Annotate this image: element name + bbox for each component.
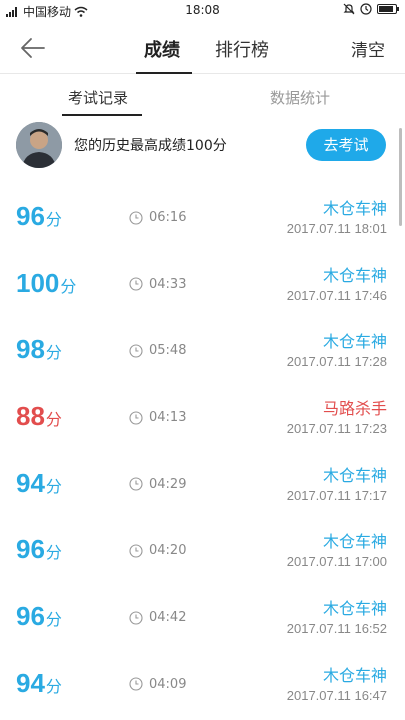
user-photo-icon — [16, 122, 62, 168]
clock-icon — [129, 477, 143, 491]
score-unit: 分 — [45, 343, 62, 363]
score-number: 96 — [16, 201, 45, 231]
subtab-statistics[interactable]: 数据统计 — [270, 87, 330, 108]
exam-datetime: 2017.07.11 17:23 — [286, 421, 387, 437]
exam-datetime: 2017.07.11 16:47 — [286, 687, 387, 703]
tab-score-indicator — [136, 72, 192, 74]
record-row[interactable]: 88分 04:13 马路杀手 2017.07.11 17:23 — [0, 383, 405, 450]
avatar — [16, 122, 62, 168]
duration: 06:16 — [129, 210, 186, 225]
score-value: 96分 — [16, 601, 62, 632]
duration: 04:13 — [129, 410, 186, 425]
clock-icon — [129, 277, 143, 291]
rank-title: 木仓车神 — [322, 465, 387, 485]
score-number: 94 — [16, 467, 45, 498]
exam-datetime: 2017.07.11 17:00 — [286, 554, 387, 570]
duration-text: 04:20 — [149, 543, 187, 559]
duration: 04:33 — [129, 277, 186, 292]
score-unit: 分 — [45, 476, 62, 496]
duration-text: 04:33 — [149, 276, 187, 292]
score-value: 98分 — [16, 334, 62, 365]
duration: 04:42 — [129, 610, 186, 625]
arrow-left-icon — [21, 38, 45, 58]
duration-text: 04:09 — [149, 676, 187, 692]
clock-icon — [129, 210, 143, 225]
duration-text: 06:16 — [149, 210, 187, 225]
record-row[interactable]: 94分 04:29 木仓车神 2017.07.11 17:17 — [0, 450, 405, 517]
score-number: 98 — [16, 334, 45, 365]
score-unit: 分 — [60, 276, 77, 296]
record-row[interactable]: 96分 06:16 木仓车神 2017.07.11 18:01 — [0, 183, 405, 250]
record-row[interactable]: 98分 05:48 木仓车神 2017.07.11 17:28 — [0, 316, 405, 383]
score-unit: 分 — [45, 676, 62, 696]
record-row[interactable]: 100分 04:33 木仓车神 2017.07.11 17:46 — [0, 250, 405, 317]
subtab-records-indicator — [62, 114, 142, 116]
rank-title: 木仓车神 — [322, 532, 387, 552]
record-row[interactable]: 96分 04:20 木仓车神 2017.07.11 17:00 — [0, 516, 405, 583]
duration-text: 04:13 — [149, 410, 187, 426]
duration-text: 05:48 — [149, 343, 187, 359]
clock-icon — [129, 411, 143, 425]
bell-mute-icon — [343, 3, 355, 15]
status-right — [343, 3, 399, 15]
back-button[interactable] — [18, 34, 48, 62]
score-unit: 分 — [45, 210, 62, 229]
score-value: 96分 — [16, 201, 62, 232]
exam-datetime: 2017.07.11 16:52 — [286, 621, 387, 637]
duration: 04:29 — [129, 477, 186, 492]
duration: 04:09 — [129, 677, 186, 692]
record-row[interactable]: 94分 04:09 木仓车神 2017.07.11 16:47 — [0, 650, 405, 717]
score-unit: 分 — [45, 410, 62, 430]
exam-datetime: 2017.07.11 18:01 — [286, 221, 387, 236]
rank-title: 马路杀手 — [322, 399, 387, 419]
score-number: 94 — [16, 667, 45, 698]
subtab-exam-records[interactable]: 考试记录 — [68, 87, 128, 108]
take-exam-button[interactable]: 去考试 — [306, 129, 386, 161]
score-value: 100分 — [16, 268, 76, 299]
duration-text: 04:42 — [149, 610, 187, 626]
clock-icon — [129, 677, 143, 691]
score-unit: 分 — [45, 543, 62, 563]
score-value: 96分 — [16, 534, 62, 565]
rank-title: 木仓车神 — [322, 199, 387, 218]
score-number: 88 — [16, 401, 45, 432]
best-score-text: 您的历史最高成绩100分 — [74, 138, 227, 154]
rank-title: 木仓车神 — [322, 665, 387, 685]
alarm-icon — [360, 3, 372, 15]
rank-title: 木仓车神 — [322, 332, 387, 352]
status-bar: 中国移动 18:08 — [0, 0, 405, 22]
exam-record-list: 96分 06:16 木仓车神 2017.07.11 18:01 100分 04:33 木仓车… — [0, 183, 405, 717]
score-number: 96 — [16, 534, 45, 565]
tab-score[interactable]: 成绩 — [144, 36, 180, 62]
clock-icon — [129, 611, 143, 625]
score-value: 94分 — [16, 668, 62, 699]
sub-tabs: 考试记录 数据统计 — [0, 75, 405, 119]
duration-text: 04:29 — [149, 476, 187, 492]
best-score-banner: 您的历史最高成绩100分 去考试 — [0, 119, 405, 169]
record-row[interactable]: 96分 04:42 木仓车神 2017.07.11 16:52 — [0, 583, 405, 650]
clock-icon — [129, 344, 143, 358]
score-number: 96 — [16, 601, 45, 632]
duration: 04:20 — [129, 543, 186, 558]
rank-title: 木仓车神 — [322, 265, 387, 285]
exam-datetime: 2017.07.11 17:28 — [286, 354, 387, 370]
score-unit: 分 — [45, 610, 62, 630]
score-value: 94分 — [16, 468, 62, 499]
duration: 05:48 — [129, 343, 186, 358]
score-number: 100 — [16, 267, 60, 298]
clock-icon — [129, 544, 143, 558]
tab-ranking[interactable]: 排行榜 — [215, 36, 269, 62]
battery-level — [379, 6, 394, 12]
app-header: 成绩 排行榜 清空 — [0, 22, 405, 74]
rank-title: 木仓车神 — [322, 599, 387, 619]
clear-button[interactable]: 清空 — [351, 36, 385, 61]
exam-datetime: 2017.07.11 17:46 — [286, 287, 387, 303]
exam-datetime: 2017.07.11 17:17 — [286, 487, 387, 503]
battery-icon — [377, 4, 399, 14]
score-value: 88分 — [16, 401, 62, 432]
